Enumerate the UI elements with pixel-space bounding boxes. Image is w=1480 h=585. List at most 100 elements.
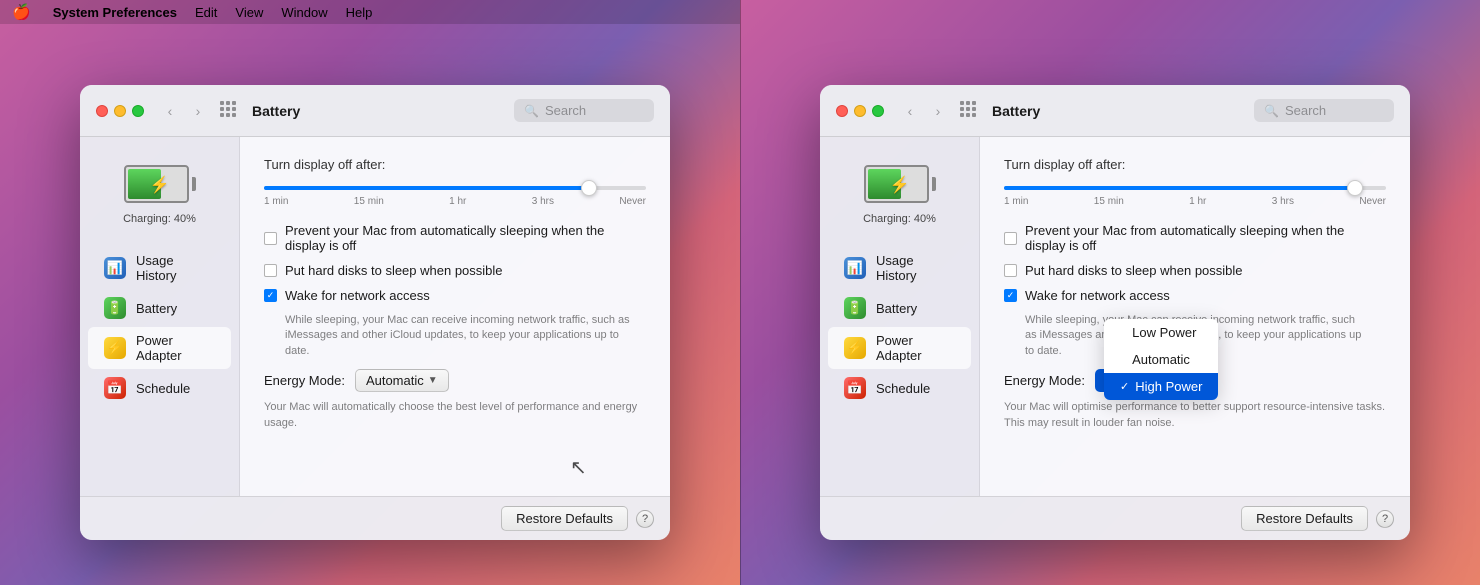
slider-label-right: Turn display off after: <box>1004 157 1386 172</box>
sidebar-left: ⚡ Charging: 40% 📊 Usage History 🔋 Batter… <box>80 137 240 496</box>
checkbox-prevent-sleep-right[interactable]: Prevent your Mac from automatically slee… <box>1004 223 1386 253</box>
energy-mode-dropdown-right[interactable]: Low Power Automatic ✓ High Power <box>1104 319 1218 400</box>
sidebar-item-schedule-left[interactable]: 📅 Schedule <box>88 371 231 405</box>
sidebar-item-power-adapter-right[interactable]: ⚡ Power Adapter <box>828 327 971 369</box>
checkbox-prevent-sleep-box-left[interactable] <box>264 232 277 245</box>
checkbox-hard-disks-left[interactable]: Put hard disks to sleep when possible <box>264 263 646 278</box>
checkbox-wake-network-box-left[interactable] <box>264 289 277 302</box>
checkbox-hard-disks-box-left[interactable] <box>264 264 277 277</box>
sidebar-item-usage-history-left[interactable]: 📊 Usage History <box>88 247 231 289</box>
help-button-right[interactable]: ? <box>1376 510 1394 528</box>
search-icon-right: 🔍 <box>1264 104 1279 118</box>
slider-label-3hrs-left: 3 hrs <box>532 196 554 207</box>
slider-label-3hrs-right: 3 hrs <box>1272 196 1294 207</box>
desktop-right: 🍎 System Preferences Edit View Window He… <box>740 0 1480 585</box>
search-box-left[interactable]: 🔍 Search <box>514 99 654 122</box>
slider-thumb-left[interactable] <box>581 180 597 196</box>
close-button-right[interactable] <box>836 105 848 117</box>
grid-button-left[interactable] <box>220 101 240 121</box>
window-body-left: ⚡ Charging: 40% 📊 Usage History 🔋 Batter… <box>80 137 670 496</box>
sidebar-item-schedule-right[interactable]: 📅 Schedule <box>828 371 971 405</box>
slider-label-1min-left: 1 min <box>264 196 288 207</box>
help-button-left[interactable]: ? <box>636 510 654 528</box>
window-body-right: ⚡ Charging: 40% 📊 Usage History 🔋 Batter… <box>820 137 1410 496</box>
dropdown-label-low-power: Low Power <box>1132 325 1196 340</box>
menu-edit-left[interactable]: Edit <box>195 5 217 20</box>
cursor-left: ↖ <box>570 455 587 480</box>
restore-defaults-button-right[interactable]: Restore Defaults <box>1241 506 1368 531</box>
checkbox-wake-network-box-right[interactable] <box>1004 289 1017 302</box>
checkbox-hard-disks-right[interactable]: Put hard disks to sleep when possible <box>1004 263 1386 278</box>
forward-button-right[interactable]: › <box>928 101 948 121</box>
sidebar-item-battery-left[interactable]: 🔋 Battery <box>88 291 231 325</box>
restore-defaults-button-left[interactable]: Restore Defaults <box>501 506 628 531</box>
checkbox-prevent-sleep-left[interactable]: Prevent your Mac from automatically slee… <box>264 223 646 253</box>
automatic-check <box>1120 354 1126 366</box>
slider-labels-left: 1 min 15 min 1 hr 3 hrs Never <box>264 196 646 207</box>
desktop: 🍎 System Preferences Edit View Window He… <box>0 0 1480 585</box>
sidebar-item-battery-right[interactable]: 🔋 Battery <box>828 291 971 325</box>
window-left: ‹ › Battery 🔍 Search <box>80 85 670 540</box>
menu-system-prefs-left[interactable]: System Preferences <box>53 5 177 20</box>
sidebar-icon-schedule-left: 📅 <box>104 377 126 399</box>
menu-view-left[interactable]: View <box>235 5 263 20</box>
sidebar-right: ⚡ Charging: 40% 📊 Usage History 🔋 Batter… <box>820 137 980 496</box>
slider-label-left: Turn display off after: <box>264 157 646 172</box>
window-title-right: Battery <box>992 103 1040 119</box>
battery-tip-right <box>932 177 936 191</box>
energy-mode-desc-right: Your Mac will optimise performance to be… <box>1004 400 1386 431</box>
slider-label-1min-right: 1 min <box>1004 196 1028 207</box>
menu-help-left[interactable]: Help <box>346 5 373 20</box>
dropdown-item-low-power[interactable]: Low Power <box>1104 319 1218 346</box>
energy-mode-desc-left: Your Mac will automatically choose the b… <box>264 400 646 431</box>
sidebar-item-power-adapter-left[interactable]: ⚡ Power Adapter <box>88 327 231 369</box>
dropdown-label-automatic: Automatic <box>1132 352 1190 367</box>
slider-fill-right <box>1004 186 1355 190</box>
energy-mode-arrow-left: ▼ <box>428 375 438 386</box>
back-button-right[interactable]: ‹ <box>900 101 920 121</box>
energy-mode-row-left: Energy Mode: Automatic ▼ <box>264 369 646 392</box>
sidebar-icon-usage-history-right: 📊 <box>844 257 866 279</box>
slider-container-left[interactable]: 1 min 15 min 1 hr 3 hrs Never <box>264 186 646 207</box>
battery-bolt-right: ⚡ <box>890 175 910 195</box>
sidebar-icon-battery-right: 🔋 <box>844 297 866 319</box>
checkbox-wake-network-left[interactable]: Wake for network access <box>264 288 646 303</box>
window-right: ‹ › Battery 🔍 Search <box>820 85 1410 540</box>
slider-labels-right: 1 min 15 min 1 hr 3 hrs Never <box>1004 196 1386 207</box>
sidebar-label-schedule-right: Schedule <box>876 381 930 396</box>
back-button-left[interactable]: ‹ <box>160 101 180 121</box>
dropdown-item-high-power[interactable]: ✓ High Power <box>1104 373 1218 400</box>
slider-label-15min-right: 15 min <box>1094 196 1124 207</box>
sidebar-item-usage-history-right[interactable]: 📊 Usage History <box>828 247 971 289</box>
energy-mode-select-left[interactable]: Automatic ▼ <box>355 369 449 392</box>
forward-button-left[interactable]: › <box>188 101 208 121</box>
minimize-button-left[interactable] <box>114 105 126 117</box>
maximize-button-right[interactable] <box>872 105 884 117</box>
battery-icon-area-right: ⚡ Charging: 40% <box>820 153 979 245</box>
checkbox-hard-disks-label-right: Put hard disks to sleep when possible <box>1025 263 1243 278</box>
sidebar-label-usage-history-left: Usage History <box>136 253 215 283</box>
apple-logo-left: 🍎 <box>12 3 31 21</box>
checkbox-prevent-sleep-box-right[interactable] <box>1004 232 1017 245</box>
desktop-left: 🍎 System Preferences Edit View Window He… <box>0 0 740 585</box>
close-button-left[interactable] <box>96 105 108 117</box>
menu-window-left[interactable]: Window <box>281 5 327 20</box>
dropdown-item-automatic[interactable]: Automatic <box>1104 346 1218 373</box>
wake-network-desc-left: While sleeping, your Mac can receive inc… <box>285 313 646 359</box>
search-box-right[interactable]: 🔍 Search <box>1254 99 1394 122</box>
slider-thumb-right[interactable] <box>1347 180 1363 196</box>
grid-button-right[interactable] <box>960 101 980 121</box>
sidebar-label-battery-left: Battery <box>136 301 177 316</box>
maximize-button-left[interactable] <box>132 105 144 117</box>
dropdown-label-high-power: High Power <box>1135 379 1202 394</box>
sidebar-label-power-adapter-right: Power Adapter <box>876 333 955 363</box>
checkbox-wake-network-right[interactable]: Wake for network access <box>1004 288 1386 303</box>
slider-container-right[interactable]: 1 min 15 min 1 hr 3 hrs Never <box>1004 186 1386 207</box>
sidebar-icon-power-adapter-right: ⚡ <box>844 337 866 359</box>
minimize-button-right[interactable] <box>854 105 866 117</box>
checkbox-hard-disks-box-right[interactable] <box>1004 264 1017 277</box>
traffic-lights-left <box>96 105 144 117</box>
traffic-lights-right <box>836 105 884 117</box>
slider-label-never-left: Never <box>619 196 646 207</box>
window-footer-left: Restore Defaults ? <box>80 496 670 540</box>
